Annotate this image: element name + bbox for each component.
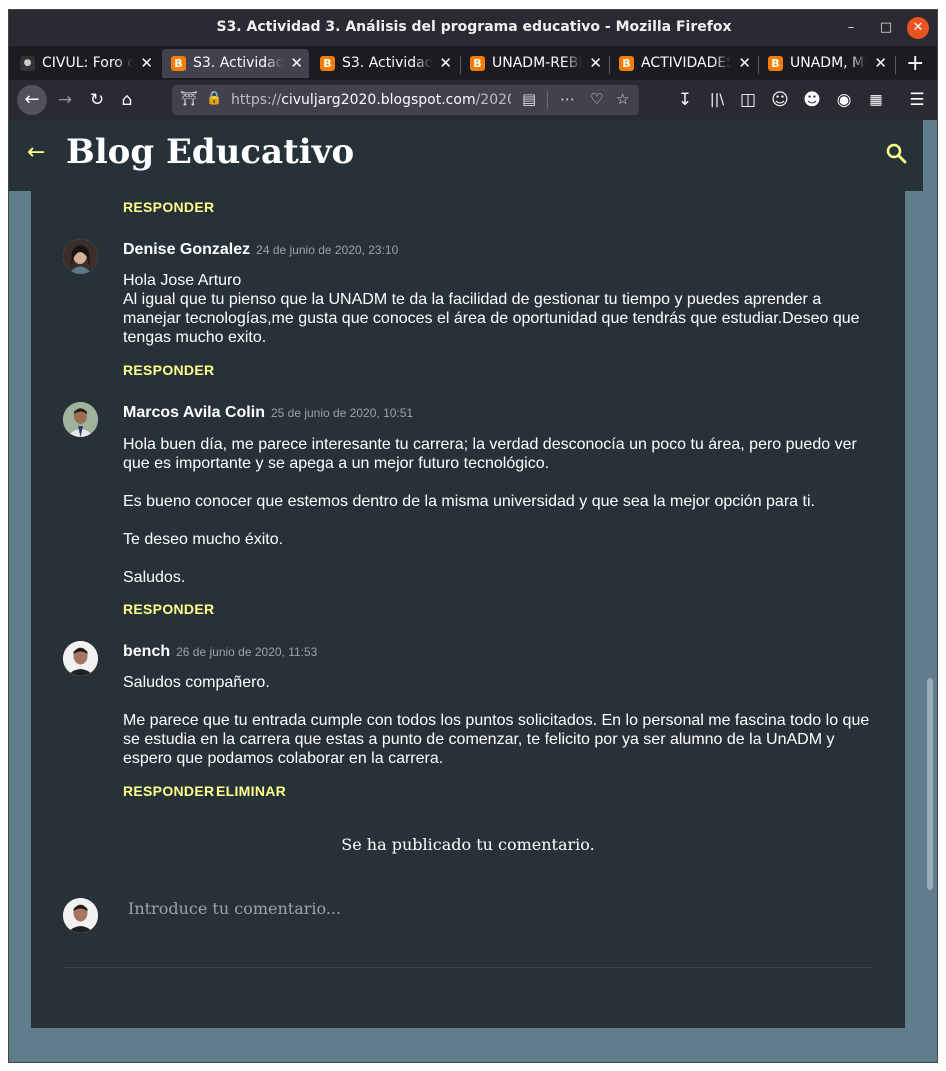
url-bar[interactable]: ⛩ 🔒 https://civuljarg2020.blogspot.com/2… bbox=[172, 85, 639, 115]
blogger-icon: B bbox=[320, 56, 335, 71]
tab-label: ACTIVIDADES DE bbox=[641, 55, 731, 71]
close-tab-icon[interactable]: ✕ bbox=[290, 54, 303, 72]
downloads-icon[interactable]: ↧ bbox=[673, 88, 697, 112]
title-bar: S3. Actividad 3. Análisis del programa e… bbox=[9, 10, 937, 46]
close-tab-icon[interactable]: ✕ bbox=[439, 54, 452, 72]
civul-icon: ● bbox=[20, 56, 35, 71]
reload-button[interactable]: ↻ bbox=[85, 88, 109, 112]
comments-card: RESPONDER Denise Gonzalez 24 de junio de … bbox=[31, 191, 905, 1028]
comment-author[interactable]: bench 26 de junio de 2020, 11:53 bbox=[123, 643, 317, 661]
blog-header: ← Blog Educativo bbox=[9, 120, 923, 191]
tab-label: S3. Actividad 3. Análisis bbox=[342, 55, 432, 71]
maximize-button[interactable]: □ bbox=[875, 17, 897, 39]
bookmark-star-icon[interactable]: ☆ bbox=[616, 90, 629, 108]
close-tab-icon[interactable]: ✕ bbox=[738, 54, 751, 72]
blogger-icon: B bbox=[768, 56, 783, 71]
comment-input[interactable]: Introduce tu comentario... bbox=[128, 899, 341, 918]
comment-author[interactable]: Marcos Avila Colin 25 de junio de 2020, 1… bbox=[123, 404, 413, 422]
comment-author[interactable]: Denise Gonzalez 24 de junio de 2020, 23:1… bbox=[123, 241, 398, 259]
back-arrow-icon[interactable]: ← bbox=[27, 140, 45, 165]
lock-icon[interactable]: 🔒 bbox=[206, 91, 222, 106]
blog-title[interactable]: Blog Educativo bbox=[66, 132, 354, 172]
tab-separator bbox=[895, 56, 896, 74]
delete-button[interactable]: ELIMINAR bbox=[216, 783, 286, 799]
tracking-shield-icon[interactable]: ⛩ bbox=[180, 91, 198, 107]
comment-body: Hola Jose Arturo Al igual que tu pienso … bbox=[123, 272, 860, 346]
current-user-avatar bbox=[63, 898, 98, 933]
extension-grid-icon[interactable]: ▦ bbox=[864, 88, 888, 112]
tab-label: UNADM-REBECA bbox=[492, 55, 582, 71]
author-name[interactable]: Marcos Avila Colin bbox=[123, 404, 265, 421]
tab-label: S3. Actividad 3. Análisis bbox=[193, 55, 283, 71]
author-name[interactable]: Denise Gonzalez bbox=[123, 241, 250, 258]
forward-button[interactable]: → bbox=[53, 88, 77, 112]
library-icon[interactable]: ||\ bbox=[705, 88, 729, 112]
page-viewport: ← Blog Educativo RESPONDER Denise Gonzal… bbox=[9, 120, 937, 1062]
scrollbar-track[interactable] bbox=[923, 120, 937, 1062]
tab-civul[interactable]: ● CIVUL: Foro de discusión ✕ bbox=[11, 49, 159, 78]
url-domain: civuljarg2020.blogspot.com bbox=[281, 92, 476, 108]
published-notice: Se ha publicado tu comentario. bbox=[341, 835, 595, 854]
extension-face-icon[interactable]: ◉ bbox=[832, 88, 856, 112]
url-prefix: https:// bbox=[231, 92, 282, 108]
reply-button[interactable]: RESPONDER bbox=[123, 199, 214, 215]
blogger-icon: B bbox=[171, 56, 186, 71]
account-icon[interactable]: ☺ bbox=[768, 88, 792, 112]
extension-mask-icon[interactable]: ☻ bbox=[800, 88, 824, 112]
close-tab-icon[interactable]: ✕ bbox=[589, 54, 602, 72]
comment-body: Saludos compañero. Me parece que tu entr… bbox=[123, 674, 870, 767]
search-icon[interactable] bbox=[885, 142, 907, 164]
tab-label: CIVUL: Foro de discusión bbox=[42, 55, 133, 71]
avatar[interactable] bbox=[63, 402, 98, 437]
close-tab-icon[interactable]: ✕ bbox=[874, 54, 887, 72]
close-tab-icon[interactable]: ✕ bbox=[140, 54, 153, 72]
divider bbox=[63, 967, 873, 968]
menu-icon[interactable]: ☰ bbox=[905, 88, 929, 112]
comment-date[interactable]: 26 de junio de 2020, 11:53 bbox=[176, 645, 317, 659]
comment-date[interactable]: 25 de junio de 2020, 10:51 bbox=[271, 406, 413, 420]
comment-body: Hola buen día, me parece interesante tu … bbox=[123, 436, 857, 586]
sidebar-icon[interactable]: ◫ bbox=[736, 88, 760, 112]
tab-s3-actividad[interactable]: B S3. Actividad 3. Análisis ✕ bbox=[311, 49, 458, 78]
page-actions-icon[interactable]: ⋯ bbox=[560, 90, 575, 108]
tab-s3-actividad-active[interactable]: B S3. Actividad 3. Análisis ✕ bbox=[162, 49, 309, 78]
window-title: S3. Actividad 3. Análisis del programa e… bbox=[216, 19, 732, 35]
url-separator bbox=[547, 91, 548, 109]
url-text[interactable]: https://civuljarg2020.blogspot.com/2020/ bbox=[231, 92, 511, 108]
back-button[interactable]: ← bbox=[17, 85, 47, 115]
url-path: /2020/ bbox=[475, 92, 511, 108]
pocket-icon[interactable]: ♡ bbox=[590, 90, 603, 108]
reply-button[interactable]: RESPONDER bbox=[123, 783, 214, 799]
blogger-icon: B bbox=[619, 56, 634, 71]
tab-actividades[interactable]: B ACTIVIDADES DE ✕ bbox=[610, 49, 757, 78]
browser-window: S3. Actividad 3. Análisis del programa e… bbox=[8, 9, 938, 1063]
blogger-icon: B bbox=[470, 56, 485, 71]
reply-button[interactable]: RESPONDER bbox=[123, 362, 214, 378]
close-window-button[interactable]: ✕ bbox=[907, 17, 929, 39]
scrollbar-thumb[interactable] bbox=[927, 678, 933, 890]
reply-button[interactable]: RESPONDER bbox=[123, 601, 214, 617]
new-tab-button[interactable]: + bbox=[906, 51, 924, 76]
avatar[interactable] bbox=[63, 641, 98, 676]
tab-label: UNADM, Mi blog bbox=[790, 55, 867, 71]
tab-unadm-mi-blog[interactable]: B UNADM, Mi blog ✕ bbox=[759, 49, 893, 78]
author-name[interactable]: bench bbox=[123, 643, 170, 660]
tab-bar: ● CIVUL: Foro de discusión ✕ B S3. Activ… bbox=[9, 46, 937, 80]
minimize-button[interactable]: – bbox=[840, 17, 862, 39]
tab-unadm-rebeca[interactable]: B UNADM-REBECA ✕ bbox=[461, 49, 608, 78]
navigation-toolbar: ← → ↻ ⌂ ⛩ 🔒 https://civuljarg2020.blogsp… bbox=[9, 80, 937, 120]
comment-date[interactable]: 24 de junio de 2020, 23:10 bbox=[256, 243, 398, 257]
home-button[interactable]: ⌂ bbox=[115, 88, 139, 112]
reader-view-icon[interactable]: ▤ bbox=[522, 90, 536, 108]
avatar[interactable] bbox=[63, 239, 98, 274]
